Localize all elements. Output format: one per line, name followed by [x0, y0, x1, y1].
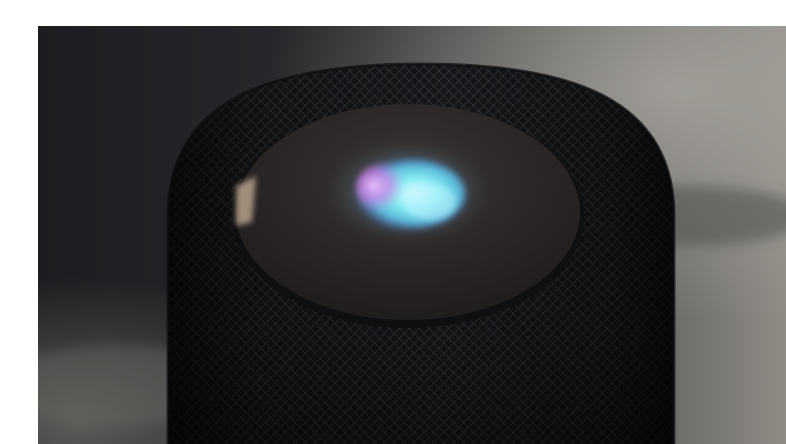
siri-light — [328, 142, 488, 242]
photo — [38, 26, 786, 444]
smart-speaker-photo — [38, 26, 786, 444]
page — [0, 0, 786, 444]
